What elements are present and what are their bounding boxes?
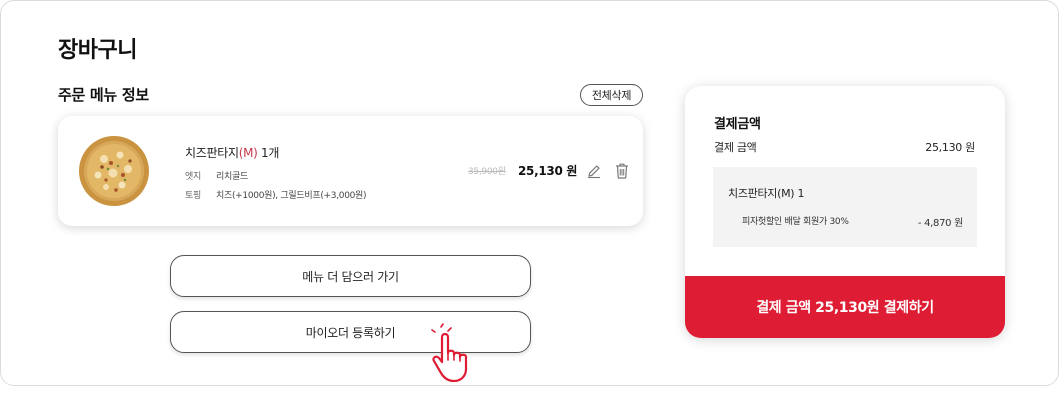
discount-label: 피자헛할인 배달 회원가 30%: [742, 217, 849, 227]
discount-amount: - 4,870 원: [917, 218, 963, 229]
option-label: 엣지: [185, 172, 201, 182]
option-value: 치즈(+1000원), 그릴드비프(+3,000원): [216, 191, 367, 201]
item-name: 치즈판타지(M) 1개: [185, 144, 279, 161]
option-value: 리치골드: [216, 172, 248, 182]
payment-title: 결제금액: [714, 117, 761, 132]
trash-icon[interactable]: [614, 162, 630, 180]
pizza-image: [79, 136, 149, 206]
item-quantity: 1개: [261, 146, 280, 160]
delete-all-button[interactable]: 전체삭제: [580, 84, 643, 106]
original-price: 35,900원: [468, 167, 506, 177]
page-title: 장바구니: [58, 38, 137, 63]
payment-amount-label: 결제 금액: [714, 141, 757, 154]
option-row-topping: 토핑 치즈(+1000원), 그릴드비프(+3,000원): [185, 188, 367, 201]
payment-detail-item: 치즈판타지(M) 1: [728, 187, 805, 200]
section-title: 주문 메뉴 정보: [58, 86, 149, 104]
item-price: 25,130 원: [518, 164, 578, 178]
more-menu-button[interactable]: 메뉴 더 담으러 가기: [170, 255, 531, 297]
payment-amount-value: 25,130 원: [925, 141, 975, 154]
pay-button[interactable]: 결제 금액 25,130원 결제하기: [685, 276, 1005, 338]
option-label: 토핑: [185, 191, 201, 201]
payment-card: 결제금액 결제 금액 25,130 원 치즈판타지(M) 1 피자헛할인 배달 …: [685, 86, 1005, 338]
option-row-edge: 엣지 리치골드: [185, 169, 248, 182]
item-size: (M): [238, 146, 258, 160]
cart-frame: 장바구니 주문 메뉴 정보 전체삭제 치즈판타지(M) 1개 엣지 리치골드 토…: [0, 0, 1059, 386]
hand-pointer-icon: [431, 323, 468, 383]
pencil-icon[interactable]: [586, 163, 602, 179]
payment-detail-box: 치즈판타지(M) 1 피자헛할인 배달 회원가 30% - 4,870 원: [713, 167, 977, 247]
item-name-text: 치즈판타지: [185, 146, 239, 160]
cart-item-card: 치즈판타지(M) 1개 엣지 리치골드 토핑 치즈(+1000원), 그릴드비프(+…: [58, 116, 643, 226]
